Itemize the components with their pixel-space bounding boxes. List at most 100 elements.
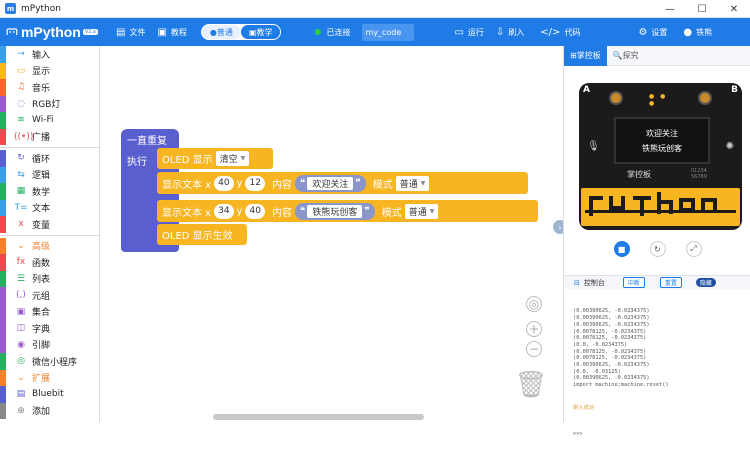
category-color-bar <box>0 254 6 271</box>
maximize-button[interactable]: ☐ <box>686 0 718 18</box>
sidebar-item-15[interactable]: ▣ 集合 <box>0 303 99 320</box>
y-input[interactable]: 40 <box>245 203 265 219</box>
console-output[interactable]: (0.00390625, -0.0234375) (0.00390625, -0… <box>573 295 749 451</box>
console-header: ⊟ 控制台 中断 重置 隐藏 <box>564 275 750 289</box>
filename-input[interactable]: my_code <box>362 23 415 41</box>
sidebar-item-3[interactable]: ◌ RGB灯 <box>0 95 99 112</box>
sidebar-item-2[interactable]: ♫ 音乐 <box>0 79 99 96</box>
category-icon: x <box>18 219 24 230</box>
file-menu-button[interactable]: ▤ 文件 <box>116 27 145 38</box>
trash-icon[interactable]: 🗑 <box>515 369 548 401</box>
dropdown-arrow-icon: ▼ <box>240 155 246 162</box>
interrupt-button[interactable]: 中断 <box>622 277 645 288</box>
code-button[interactable]: </> 代码 <box>540 27 580 38</box>
category-icon: → <box>17 49 25 60</box>
oled-show-block[interactable]: OLED 显示 清空 ▼ <box>157 148 273 169</box>
zoom-out-icon[interactable]: − <box>526 341 542 357</box>
oled-line-1: 欢迎关注 <box>646 128 678 138</box>
sidebar-item-20[interactable]: ▤ Bluebit <box>0 386 99 403</box>
category-icon: ↻ <box>17 153 25 164</box>
sidebar-item-12[interactable]: fx 函数 <box>0 254 99 271</box>
text-string-block[interactable]: ❝ 铁熊玩创客 ❞ <box>294 202 375 220</box>
console-toggle[interactable]: 隐藏 <box>695 278 716 287</box>
user-button[interactable]: ● 铁熊 <box>683 27 712 38</box>
sidebar-item-7[interactable]: ⇆ 逻辑 <box>0 166 99 183</box>
mode-teach-tab[interactable]: ▣ 教学 <box>240 25 281 39</box>
connection-status[interactable]: 已连接 <box>315 27 350 38</box>
gear-icon: ⚙ <box>638 26 648 38</box>
board-brand-label: 掌控板 <box>627 170 651 179</box>
mode-dropdown[interactable]: 普通 ▼ <box>395 175 430 191</box>
category-icon: ≋ <box>17 115 25 126</box>
sidebar-item-1[interactable]: ▭ 显示 <box>0 62 99 79</box>
category-icon: T= <box>14 202 28 213</box>
sidebar-item-6[interactable]: ↻ 循环 <box>0 150 99 167</box>
x-input[interactable]: 40 <box>214 175 234 191</box>
oled-text-block-2[interactable]: 显示文本 x 34 y 40 内容 ❝ 铁熊玩创客 ❞ 模式 普通 ▼ <box>157 200 538 222</box>
button-a[interactable] <box>609 91 623 105</box>
recenter-icon[interactable]: ◎ <box>526 296 542 312</box>
sidebar-item-21[interactable]: ⊕ 添加 <box>0 402 99 419</box>
tab-explore[interactable]: 🔍 探究 <box>607 46 645 66</box>
tutorial-button[interactable]: ▣ 教程 <box>157 27 186 38</box>
category-color-bar <box>0 287 6 304</box>
console-title: 控制台 <box>583 278 605 287</box>
sidebar-item-13[interactable]: ☰ 列表 <box>0 270 99 287</box>
upload-button[interactable]: ⇩ 刷入 <box>496 27 524 38</box>
zoom-in-icon[interactable]: + <box>526 321 542 337</box>
y-label: y <box>236 205 243 217</box>
button-b[interactable] <box>698 91 712 105</box>
category-color-bar <box>0 95 6 112</box>
pad-b-label: B <box>731 85 738 95</box>
refresh-icon[interactable]: ↻ <box>649 241 666 257</box>
sidebar-item-19[interactable]: ⌄ 扩展 <box>0 369 99 386</box>
console-log: (0.00390625, -0.0234375) (0.00390625, -0… <box>573 308 669 389</box>
close-quote-icon: ❞ <box>355 177 361 189</box>
mode-dropdown[interactable]: 普通 ▼ <box>404 203 439 219</box>
sidebar-item-17[interactable]: ◉ 引脚 <box>0 336 99 353</box>
sidebar-item-0[interactable]: → 输入 <box>0 46 99 63</box>
category-color-bar <box>0 79 6 96</box>
oled-apply-label: OLED 显示生效 <box>162 231 233 242</box>
text-string-value[interactable]: 欢迎关注 <box>307 176 354 190</box>
sidebar-item-11[interactable]: ⌄ 高级 <box>0 237 99 254</box>
minimize-button[interactable]: — <box>654 0 686 18</box>
oled-screen: 欢迎关注 铁熊玩创客 <box>614 117 710 164</box>
run-button[interactable]: ▭ 运行 <box>454 27 483 38</box>
sidebar-item-14[interactable]: (,) 元组 <box>0 287 99 304</box>
sidebar-item-label: 循环 <box>32 154 51 165</box>
console-prompt[interactable]: >>> <box>573 431 749 438</box>
stop-icon[interactable]: ■ <box>613 241 630 257</box>
light-sensor-icon: ✺ <box>725 141 734 152</box>
category-color-bar <box>0 46 6 63</box>
category-color-bar <box>0 353 6 370</box>
tab-control-board[interactable]: ⊞ 掌控板 <box>564 45 607 66</box>
oled-apply-block[interactable]: OLED 显示生效 <box>157 224 247 245</box>
workspace-horizontal-scrollbar[interactable] <box>213 414 424 420</box>
oled-text-block-1[interactable]: 显示文本 x 40 y 12 内容 ❝ 欢迎关注 ❞ 模式 普通 ▼ <box>157 172 528 194</box>
sidebar-item-4[interactable]: ≋ Wi-Fi <box>0 112 99 129</box>
category-icon: ⌄ <box>17 240 25 251</box>
mode-normal-tab[interactable]: ● 普通 <box>201 25 241 39</box>
settings-button[interactable]: ⚙ 设置 <box>638 27 667 38</box>
fullscreen-icon[interactable]: ⤢ <box>685 241 702 257</box>
oled-line-2: 铁熊玩创客 <box>642 143 682 153</box>
sidebar-item-16[interactable]: ◫ 字典 <box>0 320 99 337</box>
sidebar-item-9[interactable]: T= 文本 <box>0 199 99 216</box>
block-workspace[interactable]: 一直重复 执行 OLED 显示 清空 ▼ 显示文本 x 40 y 12 内容 ❝ 欢… <box>101 46 563 422</box>
sidebar-item-label: Wi-Fi <box>32 115 54 126</box>
oled-fill-dropdown[interactable]: 清空 ▼ <box>215 151 250 166</box>
board-simulator: A B ● ● ● 🎙 ✺ 欢迎关注 铁熊玩创客 掌控板 01234 56789 <box>579 83 742 230</box>
sidebar-item-label: 音乐 <box>32 83 51 94</box>
sidebar-item-8[interactable]: ▦ 数学 <box>0 183 99 200</box>
text-string-block[interactable]: ❝ 欢迎关注 ❞ <box>294 174 366 192</box>
y-input[interactable]: 12 <box>245 175 265 191</box>
x-input[interactable]: 34 <box>214 203 234 219</box>
close-button[interactable]: ✕ <box>718 0 750 18</box>
text-string-value[interactable]: 铁熊玩创客 <box>307 204 363 218</box>
reset-button[interactable]: 重置 <box>659 277 682 288</box>
sidebar-item-18[interactable]: ◎ 微信小程序 <box>0 353 99 370</box>
sidebar-item-5[interactable]: ((•)) 广播 <box>0 128 99 145</box>
sidebar-item-10[interactable]: x 变量 <box>0 216 99 233</box>
category-color-bar <box>0 303 6 320</box>
